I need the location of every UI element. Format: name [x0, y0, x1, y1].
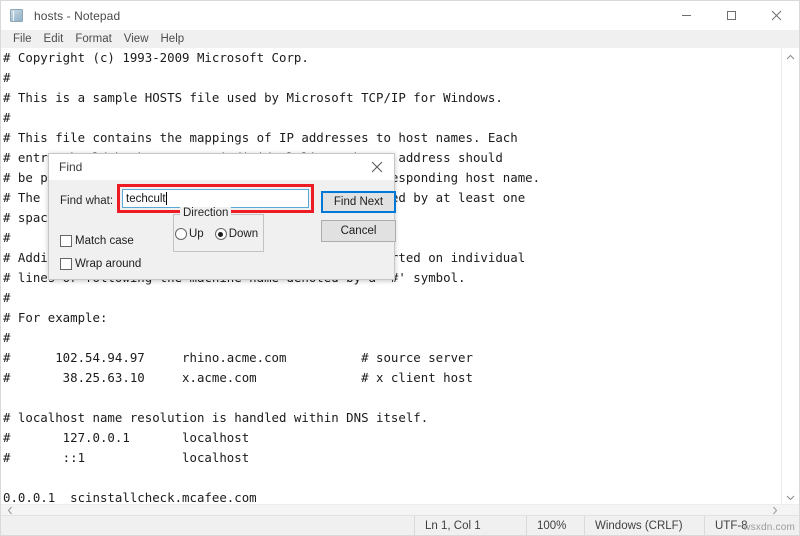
status-zoom-level[interactable]: 100% [526, 516, 584, 535]
radio-up-label: Up [189, 228, 204, 240]
radio-up-icon[interactable] [175, 228, 187, 240]
menu-item-view[interactable]: View [118, 30, 155, 48]
checkbox-wrap-around[interactable]: Wrap around [60, 258, 141, 270]
menu-item-help[interactable]: Help [155, 30, 191, 48]
editor-line: # [3, 110, 11, 125]
watermark-text: wsxdn.com [743, 522, 795, 533]
text-caret [165, 192, 167, 205]
search-input[interactable]: techcult [122, 189, 309, 208]
find-dialog-title-bar: Find [49, 154, 394, 180]
editor-line: # Copyright (c) 1993-2009 Microsoft Corp… [3, 50, 309, 65]
editor-line: # This is a sample HOSTS file used by Mi… [3, 90, 503, 105]
editor-line: # 127.0.0.1 localhost [3, 430, 250, 445]
menu-item-format[interactable]: Format [69, 30, 117, 48]
window-controls [664, 1, 799, 30]
title-bar: hosts - Notepad [1, 1, 799, 30]
editor-line: # [3, 290, 11, 305]
radio-option-down[interactable]: Down [214, 228, 259, 240]
find-next-button[interactable]: Find Next [321, 191, 396, 213]
checkbox-wrap-around-label: Wrap around [75, 258, 142, 270]
vertical-scrollbar-track[interactable] [782, 65, 798, 489]
window-title: hosts - Notepad [34, 8, 121, 23]
close-icon[interactable] [360, 154, 394, 180]
checkbox-unchecked-icon[interactable] [60, 235, 72, 247]
editor-line: # localhost name resolution is handled w… [3, 410, 429, 425]
editor-line: # 38.25.63.10 x.acme.com # x client host [3, 370, 473, 385]
radio-option-up[interactable]: Up [175, 228, 204, 240]
radio-down-label: Down [228, 228, 259, 240]
editor-line: # [3, 330, 11, 345]
minimize-icon[interactable] [664, 1, 709, 30]
notepad-window: hosts - Notepad File Edit Format View He… [0, 0, 800, 536]
menu-item-edit[interactable]: Edit [38, 30, 70, 48]
checkbox-match-case-label: Match case [75, 235, 134, 247]
status-cursor-position: Ln 1, Col 1 [414, 516, 526, 535]
close-icon[interactable] [754, 1, 799, 30]
find-dialog-body: Find what: techcult Find Next Cancel Dir… [49, 180, 396, 279]
find-dialog-title: Find [59, 160, 83, 174]
radio-down-icon[interactable] [214, 228, 227, 240]
find-what-label: Find what: [60, 195, 113, 207]
checkbox-unchecked-icon[interactable] [60, 258, 72, 270]
menu-item-file[interactable]: File [7, 30, 38, 48]
chevron-up-icon[interactable] [782, 48, 798, 65]
cancel-button[interactable]: Cancel [321, 220, 396, 242]
menu-bar: File Edit Format View Help [1, 30, 799, 48]
status-bar: Ln 1, Col 1 100% Windows (CRLF) UTF-8 [1, 515, 799, 535]
editor-line: # ::1 localhost [3, 450, 250, 465]
chevron-left-icon[interactable] [2, 505, 17, 515]
editor-line: # For example: [3, 310, 108, 325]
search-input-value: techcult [126, 192, 166, 205]
chevron-right-icon[interactable] [767, 505, 782, 515]
vertical-scrollbar[interactable] [781, 48, 798, 506]
editor-line: # 102.54.94.97 rhino.acme.com # source s… [3, 350, 473, 365]
horizontal-scrollbar[interactable] [1, 504, 799, 515]
notepad-document-icon [9, 8, 25, 24]
find-what-label-text: Find what: [60, 195, 114, 207]
find-dialog: Find Find what: techcult Find Next Cance… [48, 153, 396, 280]
checkbox-match-case[interactable]: Match case [60, 235, 134, 247]
direction-radio-row: Up Down [175, 228, 258, 240]
status-line-ending: Windows (CRLF) [584, 516, 704, 535]
direction-group-label: Direction [180, 207, 232, 219]
editor-line: # This file contains the mappings of IP … [3, 130, 518, 145]
maximize-icon[interactable] [709, 1, 754, 30]
editor-line: # [3, 70, 11, 85]
